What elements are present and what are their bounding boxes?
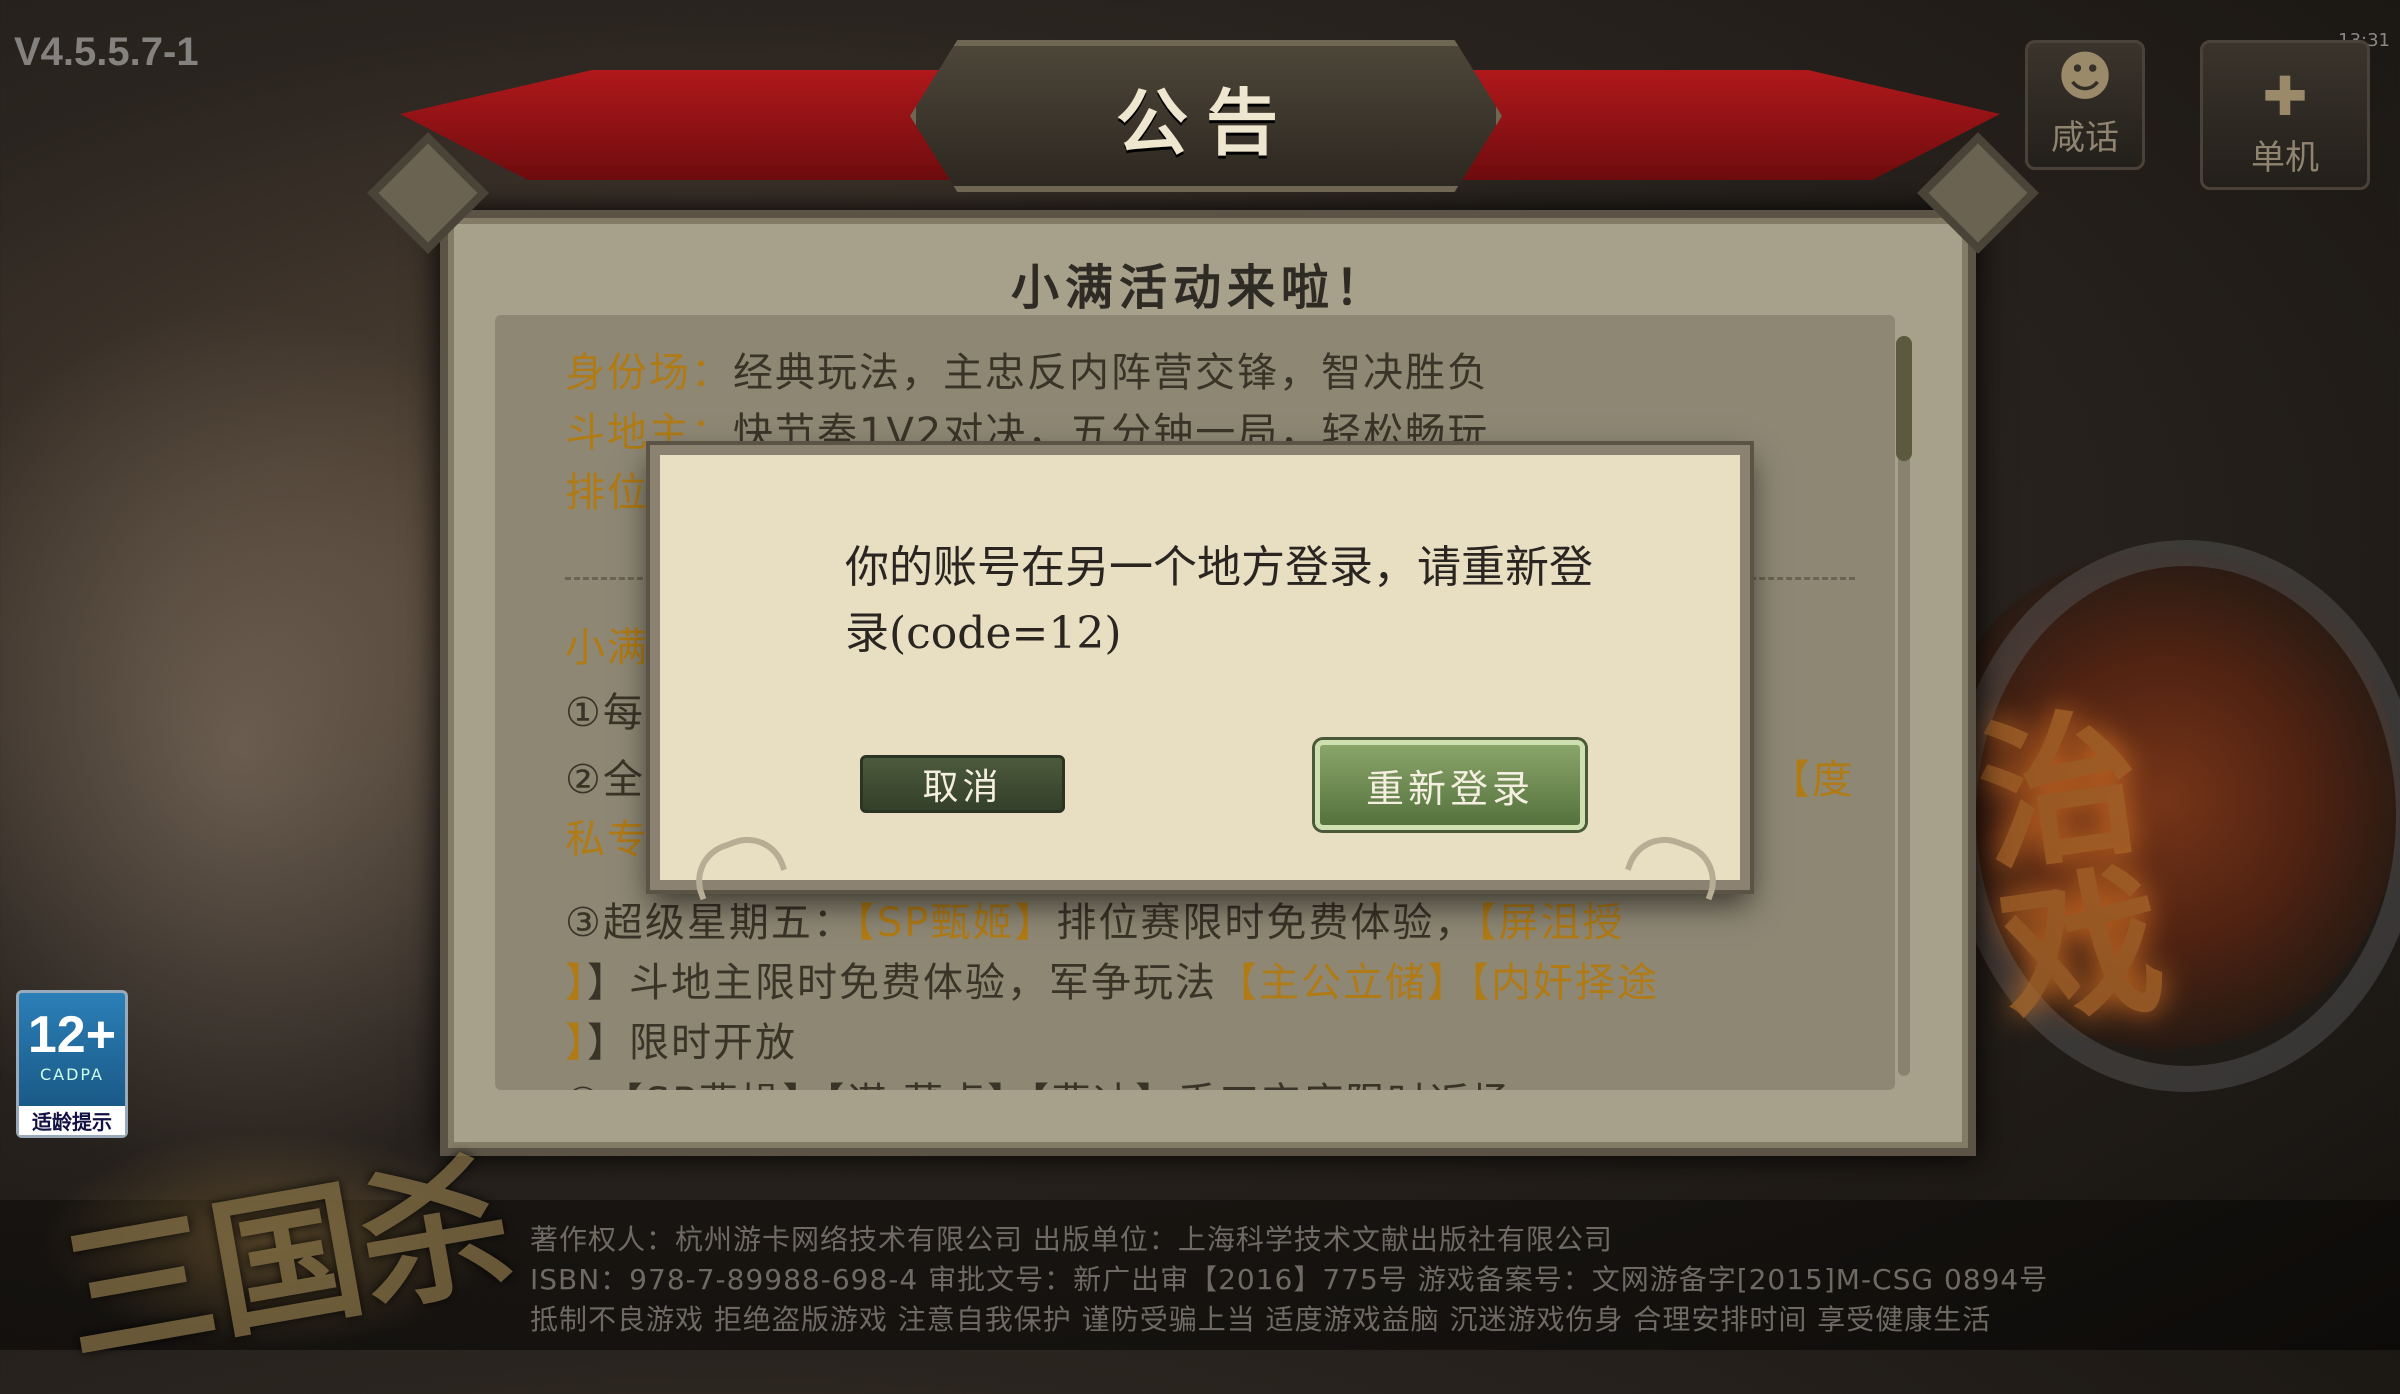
announcement-headline: 小满活动来啦！ bbox=[1010, 260, 1389, 316]
age-rating: 12+ bbox=[27, 1006, 117, 1064]
age-rating-org: CADPA bbox=[39, 1065, 104, 1084]
mascot-icon: ☻ bbox=[2056, 45, 2114, 108]
age-rating-badge[interactable]: 12+ CADPA 适龄提示 bbox=[16, 990, 128, 1138]
content-line: ②全 bbox=[565, 757, 645, 803]
footer-isbn: ISBN：978-7-89988-698-4 审批文号：新广出审【2016】77… bbox=[530, 1263, 2049, 1296]
content-line: ③超级星期五：【SP甄姬】排位赛限时免费体验，【屏沮授 bbox=[565, 900, 1625, 946]
single-player-button[interactable]: ✚ 单机 bbox=[2200, 40, 2370, 190]
xianhua-label: 咸话 bbox=[2051, 118, 2119, 158]
content-line: 私专 bbox=[565, 817, 649, 863]
gamepad-icon: ✚ bbox=[2262, 65, 2308, 128]
content-line: 身份场：经典玩法，主忠反内阵营交锋，智决胜负 bbox=[565, 350, 1489, 396]
dialog-message: 你的账号在另一个地方登录，请重新登录(code=12) bbox=[845, 542, 1593, 659]
content-line: ④【SP曹操】【谋·董卓】【曹冲】手工宝库限时返场 bbox=[565, 1070, 1513, 1090]
content-line-tail: 【度 bbox=[1770, 757, 1854, 803]
footer-copyright: 著作权人：杭州游卡网络技术有限公司 出版单位：上海科学技术文献出版社有限公司 bbox=[530, 1223, 1613, 1256]
content-line: 小满 bbox=[565, 625, 649, 671]
dialog-ornament bbox=[684, 825, 788, 901]
content-line: ①每 bbox=[565, 690, 645, 736]
content-line: 】】限时开放 bbox=[565, 1020, 797, 1066]
dialog-ornament bbox=[1624, 825, 1728, 901]
content-line: 】】斗地主限时免费体验，军争玩法【主公立储】【内奸择途 bbox=[565, 960, 1659, 1006]
announcement-title: 公告 bbox=[1115, 79, 1296, 165]
background-emblem-text: 治戏 bbox=[1967, 686, 2175, 1054]
single-player-label: 单机 bbox=[2251, 138, 2319, 178]
title-plate: 公告 bbox=[910, 40, 1502, 192]
xianhua-button[interactable]: ☻ 咸话 bbox=[2025, 40, 2145, 170]
cancel-button[interactable]: 取消 bbox=[860, 755, 1065, 813]
version-label: V4.5.5.7-1 bbox=[14, 30, 199, 74]
content-line: 排位 bbox=[565, 470, 649, 516]
footer-health-notice: 抵制不良游戏 拒绝盗版游戏 注意自我保护 谨防受骗上当 适度游戏益脑 沉迷游戏伤… bbox=[530, 1303, 1992, 1336]
relogin-button[interactable]: 重新登录 bbox=[1315, 740, 1585, 830]
relogin-dialog: 你的账号在另一个地方登录，请重新登录(code=12) 取消 重新登录 bbox=[650, 445, 1750, 901]
scrollbar-thumb[interactable] bbox=[1896, 336, 1912, 461]
